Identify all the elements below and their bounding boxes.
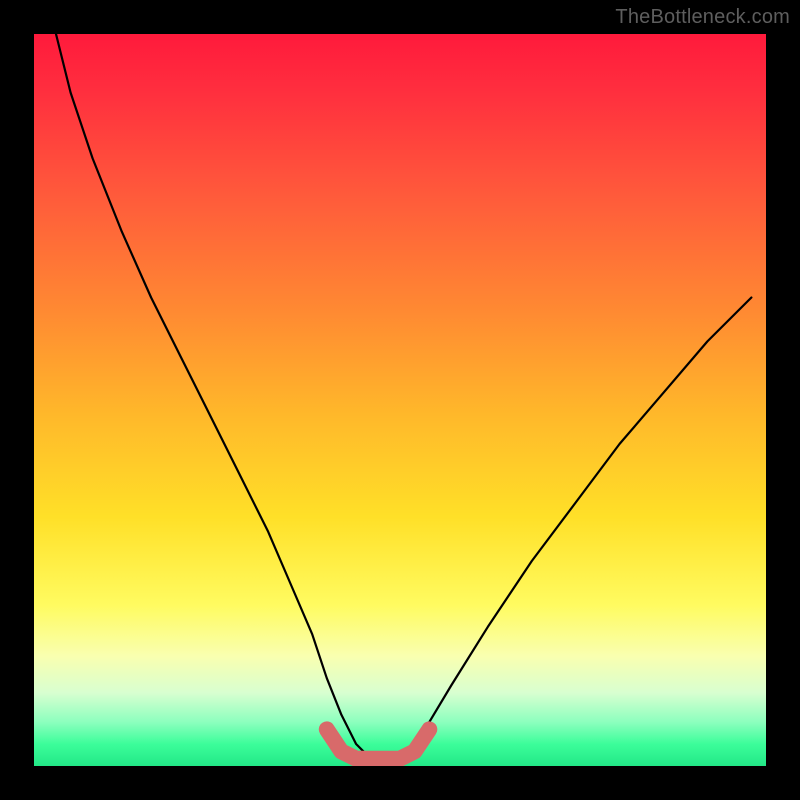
optimal-range-highlight — [34, 34, 766, 766]
watermark-text: TheBottleneck.com — [615, 6, 790, 29]
plot-area — [34, 34, 766, 766]
chart-frame: TheBottleneck.com — [0, 0, 800, 800]
